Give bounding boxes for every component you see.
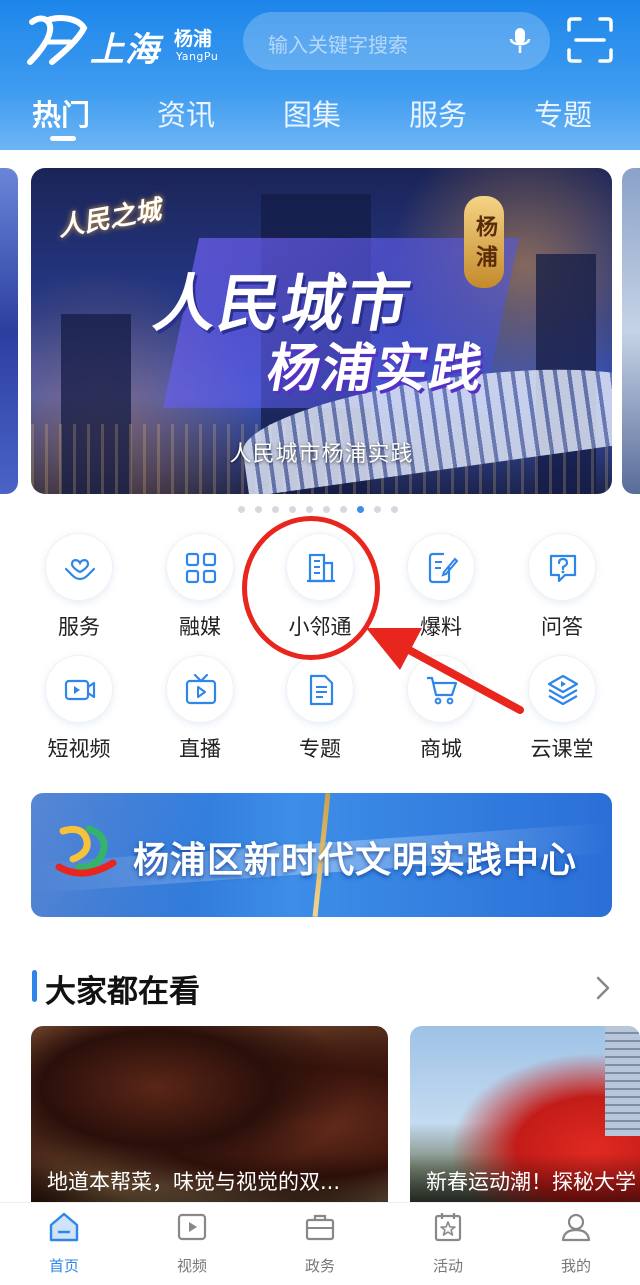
carousel-dot[interactable] [238, 506, 245, 513]
logo-emblem-icon [27, 15, 88, 65]
carousel-next-slide[interactable] [622, 168, 640, 494]
annotation-arrow-icon [366, 628, 524, 714]
search-box[interactable]: 输入关键字搜索 [243, 12, 550, 70]
tab-hot[interactable]: 热门 [32, 92, 90, 134]
top-header: 上海 杨浦 YangPu 输入关键字搜索 热门 资讯 图集 服务 专题 [0, 0, 640, 150]
scan-icon[interactable] [566, 16, 614, 64]
video-camera-icon [64, 679, 96, 701]
tab-news[interactable]: 资讯 [157, 92, 215, 134]
news-card[interactable]: 新春运动潮！探秘大学 [410, 1026, 640, 1202]
news-card-title: 新春运动潮！探秘大学 [410, 1154, 640, 1202]
question-bubble-icon [549, 554, 577, 583]
logo-district-text: 杨浦 [174, 28, 213, 50]
civilization-logo-icon [55, 825, 117, 877]
grid-item-live[interactable]: 直播 [145, 655, 255, 765]
card-building [605, 1026, 640, 1136]
edit-note-icon [428, 552, 459, 584]
grid-item-short-video[interactable]: 短视频 [24, 655, 134, 765]
carousel-prev-slide[interactable] [0, 168, 18, 494]
nav-label: 我的 [560, 1257, 591, 1275]
carousel-dot[interactable] [272, 506, 279, 513]
nav-label: 首页 [48, 1257, 79, 1275]
grid-icon-circle [45, 533, 113, 601]
bottom-navigation: 首页 视频 政务 活动 我的 [0, 1202, 640, 1285]
carousel-dot[interactable] [357, 506, 364, 513]
grid-icon-circle [166, 655, 234, 723]
grid-icon-circle [407, 533, 475, 601]
carousel-dot[interactable] [289, 506, 296, 513]
document-icon [309, 674, 334, 706]
carousel-dot[interactable] [306, 506, 313, 513]
nav-item-video[interactable]: 视频 [142, 1203, 242, 1285]
carousel-dot[interactable] [340, 506, 347, 513]
app-logo[interactable]: 上海 杨浦 YangPu [26, 8, 226, 74]
tv-play-icon [185, 673, 217, 705]
chevron-right-icon[interactable] [596, 976, 610, 1000]
heart-hands-icon [64, 559, 96, 581]
grid-item-topic[interactable]: 专题 [265, 655, 375, 765]
civilization-center-banner[interactable]: 杨浦区新时代文明实践中心 [31, 793, 612, 917]
grid-item-service[interactable]: 服务 [24, 533, 134, 643]
nav-label: 视频 [176, 1257, 207, 1275]
carousel-dot[interactable] [255, 506, 262, 513]
carousel-dot[interactable] [374, 506, 381, 513]
nav-item-home[interactable]: 首页 [14, 1203, 114, 1285]
banner-stamp: 人民之城 [55, 195, 164, 243]
briefcase-icon [305, 1214, 335, 1241]
grid-item-label: 云课堂 [530, 737, 594, 761]
channel-tabs: 热门 资讯 图集 服务 专题 [0, 88, 640, 148]
banner-caption: 人民城市杨浦实践 [229, 442, 414, 467]
banner-headline-2: 杨浦实践 [262, 339, 490, 399]
layers-play-icon [547, 674, 579, 706]
tab-topics[interactable]: 专题 [534, 92, 592, 134]
nav-label: 政务 [304, 1257, 335, 1275]
search-placeholder[interactable]: 输入关键字搜索 [268, 29, 408, 58]
user-icon [561, 1213, 591, 1242]
grid-item-label: 直播 [179, 737, 221, 761]
microphone-icon[interactable] [508, 26, 532, 56]
star-calendar-icon [434, 1213, 462, 1242]
grid-item-media[interactable]: 融媒 [145, 533, 255, 643]
logo-city-text: 上海 [90, 30, 160, 70]
news-card[interactable]: 地道本帮菜，味觉与视觉的双... [31, 1026, 388, 1202]
grid-item-label: 商城 [420, 737, 462, 761]
grid-icon-circle [528, 655, 596, 723]
video-icon [177, 1213, 207, 1241]
civilization-banner-title: 杨浦区新时代文明实践中心 [133, 840, 578, 881]
banner-district-badge: 杨浦 [464, 196, 504, 288]
section-title: 大家都在看 [45, 974, 200, 1010]
grid-item-label: 专题 [299, 737, 341, 761]
grid-icon-circle [166, 533, 234, 601]
grid-item-label: 融媒 [179, 615, 221, 639]
grid-item-label: 服务 [58, 615, 100, 639]
carousel-dot[interactable] [391, 506, 398, 513]
nav-item-government[interactable]: 政务 [270, 1203, 370, 1285]
logo-district-en-text: YangPu [176, 50, 219, 63]
nav-label: 活动 [432, 1257, 463, 1275]
home-icon [49, 1212, 79, 1242]
carousel-dot[interactable] [323, 506, 330, 513]
grid-icon-circle [45, 655, 113, 723]
active-tab-indicator [50, 136, 76, 141]
grid-item-label: 短视频 [47, 737, 111, 761]
nav-item-activity[interactable]: 活动 [398, 1203, 498, 1285]
tab-gallery[interactable]: 图集 [283, 92, 341, 134]
hero-banner[interactable]: 人民之城 杨浦 人民城市 杨浦实践 人民城市杨浦实践 [31, 168, 612, 494]
grid-icon [185, 552, 217, 584]
news-card-title: 地道本帮菜，味觉与视觉的双... [31, 1154, 388, 1202]
grid-icon-circle [528, 533, 596, 601]
section-accent-bar [32, 970, 37, 1002]
tab-services[interactable]: 服务 [409, 92, 467, 134]
grid-icon-circle [286, 655, 354, 723]
nav-item-mine[interactable]: 我的 [526, 1203, 626, 1285]
